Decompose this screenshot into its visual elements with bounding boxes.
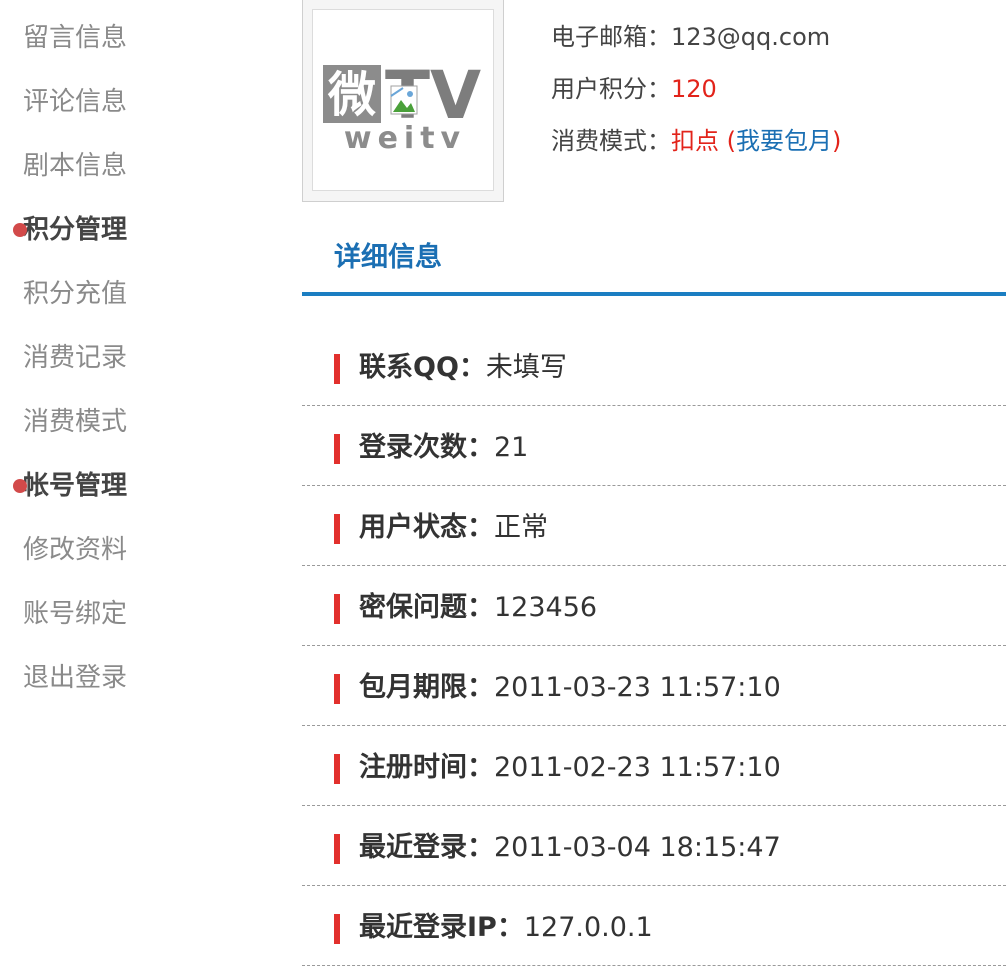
- logo-main-text: 微: [327, 67, 376, 123]
- row-marker-icon: [334, 674, 340, 704]
- detail-row: 联系QQ：未填写: [302, 326, 1006, 406]
- sidebar-item-label: 消费记录: [23, 343, 128, 373]
- email-label: 电子邮箱：: [551, 23, 671, 51]
- sidebar-item-consumption-records[interactable]: 消费记录: [23, 338, 127, 378]
- points-line: 用户积分：120: [551, 72, 717, 106]
- sidebar-item-label: 剧本信息: [23, 151, 128, 181]
- detail-row: 最近登录：2011-03-04 18:15:47: [302, 806, 1006, 886]
- sidebar-section-label: 帐号管理: [23, 471, 128, 501]
- detail-row: 登录次数：21: [302, 406, 1006, 486]
- mode-label: 消费模式：: [551, 127, 671, 155]
- sidebar-item-logout[interactable]: 退出登录: [23, 658, 127, 698]
- section-dot-icon: [13, 479, 27, 493]
- detail-row: 最近登录IP：127.0.0.1: [302, 886, 1006, 966]
- row-label: 联系QQ：: [359, 352, 486, 383]
- section-dot-icon: [13, 223, 27, 237]
- row-value: 127.0.0.1: [523, 912, 653, 943]
- detail-row: 包月期限：2011-03-23 11:57:10: [302, 646, 1006, 726]
- broken-image-icon: [390, 85, 418, 115]
- consumption-mode-line: 消费模式：扣点 (我要包月): [551, 124, 841, 158]
- email-value: 123@qq.com: [671, 23, 831, 51]
- details-title: 详细信息: [334, 242, 442, 273]
- mode-paren-open: (: [719, 127, 736, 155]
- sidebar-item-edit-profile[interactable]: 修改资料: [23, 530, 127, 570]
- logo-sub-text: weitv: [344, 121, 466, 156]
- mode-paren-close: ): [832, 127, 842, 155]
- row-label: 最近登录IP：: [359, 912, 524, 943]
- sidebar-item-label: 留言信息: [23, 23, 128, 53]
- row-value: 2011-02-23 11:57:10: [494, 752, 781, 783]
- detail-row: 密保问题：123456: [302, 566, 1006, 646]
- sidebar-section-label: 积分管理: [23, 215, 128, 245]
- row-value: 正常: [494, 512, 548, 543]
- row-label: 最近登录：: [359, 832, 494, 863]
- sidebar-item-label: 评论信息: [23, 87, 128, 117]
- sidebar-item-label: 退出登录: [23, 663, 128, 693]
- row-label: 密保问题：: [359, 592, 494, 623]
- row-marker-icon: [334, 914, 340, 944]
- row-marker-icon: [334, 354, 340, 384]
- detail-row: 注册时间：2011-02-23 11:57:10: [302, 726, 1006, 806]
- row-marker-icon: [334, 834, 340, 864]
- row-marker-icon: [334, 514, 340, 544]
- sidebar-item-messages[interactable]: 留言信息: [23, 18, 127, 58]
- row-marker-icon: [334, 434, 340, 464]
- sidebar-item-consumption-mode[interactable]: 消费模式: [23, 402, 127, 442]
- row-value: 2011-03-23 11:57:10: [494, 672, 781, 703]
- row-value: 2011-03-04 18:15:47: [494, 832, 781, 863]
- avatar: 微 TV weitv: [302, 0, 504, 202]
- sidebar-item-account-binding[interactable]: 账号绑定: [23, 594, 127, 634]
- sidebar-item-label: 积分充值: [23, 279, 128, 309]
- sidebar-item-label: 修改资料: [23, 535, 128, 565]
- sidebar: 留言信息 评论信息 剧本信息 积分管理 积分充值 消费记录 消费模式 帐号管理 …: [0, 0, 260, 978]
- email-line: 电子邮箱：123@qq.com: [551, 20, 830, 54]
- sidebar-item-recharge[interactable]: 积分充值: [23, 274, 127, 314]
- avatar-image: 微 TV weitv: [312, 9, 494, 191]
- row-value: 21: [494, 432, 529, 463]
- detail-row: 用户状态：正常: [302, 486, 1006, 566]
- weitv-logo-icon: 微 TV weitv: [323, 57, 481, 156]
- row-label: 用户状态：: [359, 512, 494, 543]
- row-label: 包月期限：: [359, 672, 494, 703]
- row-marker-icon: [334, 594, 340, 624]
- section-divider: [302, 292, 1006, 296]
- monthly-plan-link[interactable]: 我要包月: [736, 127, 832, 155]
- sidebar-section-points: 积分管理: [13, 210, 128, 250]
- row-value: 123456: [494, 592, 598, 623]
- sidebar-item-label: 账号绑定: [23, 599, 128, 629]
- row-marker-icon: [334, 754, 340, 784]
- mode-value: 扣点: [671, 127, 719, 155]
- sidebar-item-label: 消费模式: [23, 407, 128, 437]
- row-value: 未填写: [485, 352, 567, 383]
- sidebar-section-account: 帐号管理: [13, 466, 128, 506]
- points-label: 用户积分：: [551, 75, 671, 103]
- row-label: 登录次数：: [359, 432, 494, 463]
- row-label: 注册时间：: [359, 752, 494, 783]
- sidebar-item-scripts[interactable]: 剧本信息: [23, 146, 127, 186]
- points-value: 120: [671, 75, 717, 103]
- sidebar-item-comments[interactable]: 评论信息: [23, 82, 127, 122]
